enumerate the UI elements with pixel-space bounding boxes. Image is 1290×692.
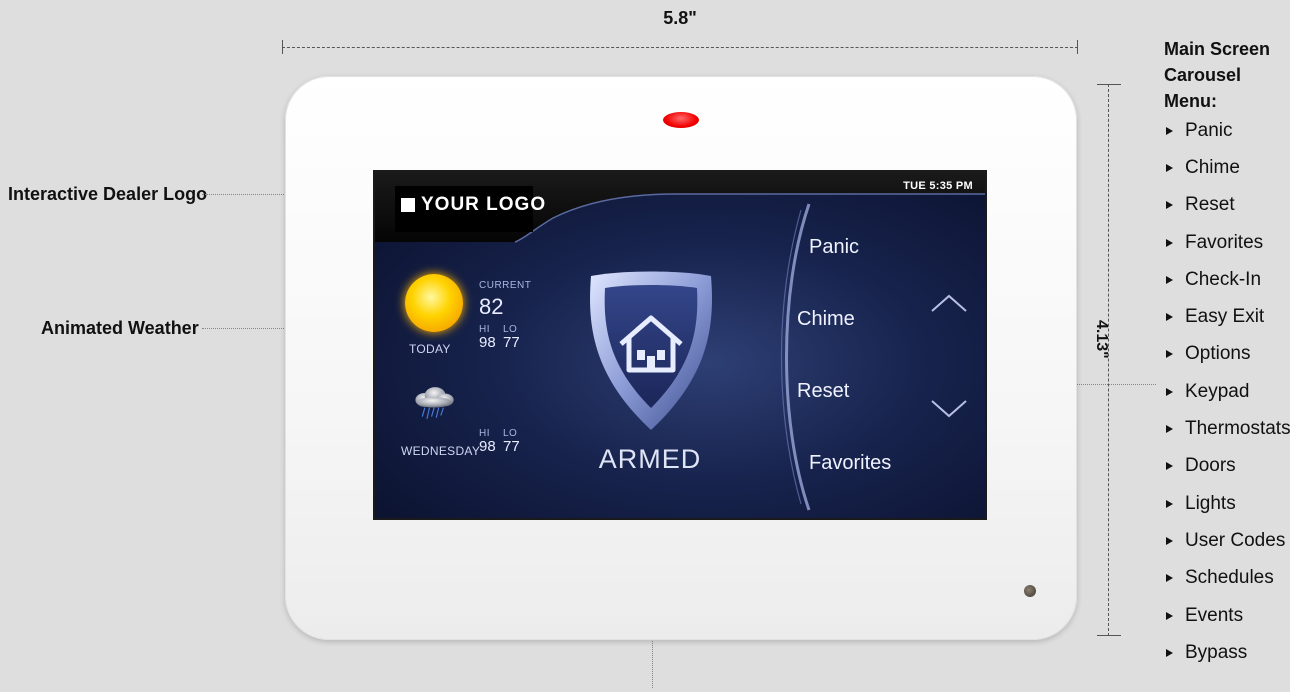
bullet-triangle-icon — [1166, 201, 1173, 210]
hi-temp-today: 98 — [479, 334, 496, 351]
height-dimension: 4.13" — [1093, 84, 1124, 636]
touchscreen-display: YOUR LOGO TUE 5:35 PM CURRENT 82 HI LO 9… — [373, 170, 987, 520]
dealer-logo[interactable]: YOUR LOGO — [395, 186, 545, 232]
bullet-triangle-icon — [1166, 574, 1173, 583]
weather-today[interactable]: CURRENT 82 HI LO 98 77 TODAY — [393, 272, 553, 362]
sun-icon — [405, 274, 463, 332]
bullet-triangle-icon — [1166, 275, 1173, 284]
callout-animated-weather: Animated Weather — [41, 318, 199, 338]
list-item: Keypad — [1166, 373, 1290, 410]
list-item: Reset — [1166, 187, 1290, 224]
touchscreen-panel: YOUR LOGO TUE 5:35 PM CURRENT 82 HI LO 9… — [285, 76, 1077, 640]
rain-cloud-icon — [415, 387, 454, 420]
hi-temp-wednesday: 98 — [479, 438, 496, 455]
chevron-down-icon[interactable] — [929, 398, 969, 420]
bullet-triangle-icon — [1166, 425, 1173, 434]
list-item: Check-In — [1166, 261, 1290, 298]
carousel-item-reset[interactable]: Reset — [797, 380, 849, 403]
lo-temp-wednesday: 77 — [503, 438, 520, 455]
height-label: 4.13" — [1093, 320, 1110, 359]
status-led — [663, 112, 699, 128]
bullet-triangle-icon — [1166, 126, 1173, 135]
menu-title: Main Screen Carousel Menu: — [1164, 39, 1271, 111]
list-item: User Codes — [1166, 522, 1290, 559]
carousel-menu-list: Panic Chime Reset Favorites Check-In Eas… — [1166, 112, 1290, 671]
bullet-triangle-icon — [1166, 536, 1173, 545]
list-item: Chime — [1166, 149, 1290, 186]
list-item: Events — [1166, 597, 1290, 634]
list-item: Favorites — [1166, 224, 1290, 261]
carousel-item-chime[interactable]: Chime — [797, 308, 855, 331]
lo-temp-today: 77 — [503, 334, 520, 351]
width-label: 5.8" — [663, 8, 697, 28]
sensor-dot — [1024, 585, 1036, 597]
bullet-triangle-icon — [1166, 611, 1173, 620]
clock: TUE 5:35 PM — [903, 180, 973, 192]
carousel-item-panic[interactable]: Panic — [809, 236, 859, 259]
bullet-triangle-icon — [1166, 238, 1173, 247]
bullet-triangle-icon — [1166, 163, 1173, 172]
list-item: Options — [1166, 336, 1290, 373]
list-item: Schedules — [1166, 560, 1290, 597]
bullet-triangle-icon — [1166, 648, 1173, 657]
bullet-triangle-icon — [1166, 313, 1173, 322]
bullet-triangle-icon — [1166, 462, 1173, 471]
day-wednesday: WEDNESDAY — [401, 444, 481, 458]
list-item: Lights — [1166, 485, 1290, 522]
current-temp: 82 — [479, 294, 504, 319]
callout-dealer-logo: Interactive Dealer Logo — [8, 184, 208, 204]
list-item: Thermostats — [1166, 410, 1290, 447]
list-item: Panic — [1166, 112, 1290, 149]
bullet-triangle-icon — [1166, 387, 1173, 396]
weather-wednesday[interactable]: HI LO 98 77 WEDNESDAY — [393, 384, 563, 474]
bullet-triangle-icon — [1166, 499, 1173, 508]
shield-house-icon[interactable] — [581, 266, 721, 436]
chevron-up-icon[interactable] — [929, 292, 969, 314]
bullet-triangle-icon — [1166, 350, 1173, 359]
list-item: Easy Exit — [1166, 298, 1290, 335]
list-item: Doors — [1166, 448, 1290, 485]
list-item: Bypass — [1166, 634, 1290, 671]
logo-square-icon — [401, 198, 415, 212]
carousel-item-favorites[interactable]: Favorites — [809, 452, 891, 475]
day-today: TODAY — [409, 342, 451, 356]
width-dimension: 5.8" — [282, 8, 1078, 60]
armed-status[interactable]: ARMED — [575, 444, 725, 475]
